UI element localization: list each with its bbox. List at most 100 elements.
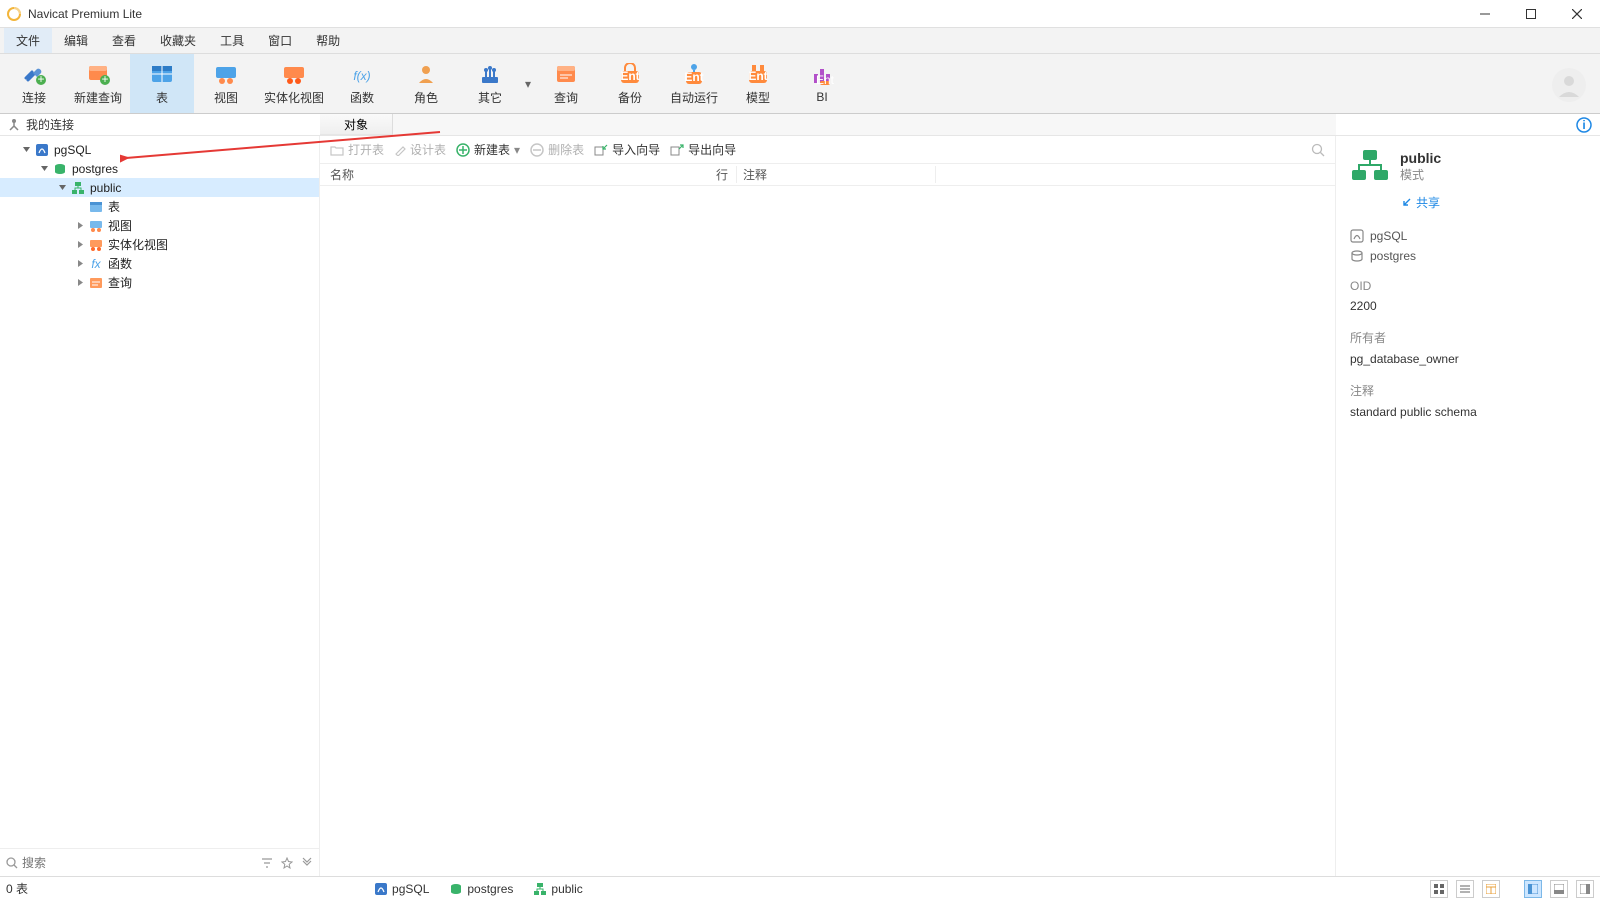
- tree-item-tables[interactable]: 表: [0, 197, 319, 216]
- col-comment-header[interactable]: 注释: [736, 166, 936, 183]
- tree-item-queries[interactable]: 查询: [0, 273, 319, 292]
- collapse-icon[interactable]: [301, 857, 313, 869]
- chevron-down-icon[interactable]: ▾: [514, 143, 520, 157]
- panel-toggle-bottom[interactable]: [1550, 880, 1568, 898]
- delete-table-button[interactable]: 删除表: [530, 141, 584, 158]
- tables-icon: [148, 62, 176, 86]
- fx-icon: fx: [88, 256, 104, 272]
- design-table-button[interactable]: 设计表: [394, 141, 446, 158]
- object-list-empty: [320, 186, 1335, 876]
- toolbar-roles[interactable]: 角色: [394, 54, 458, 113]
- create-table-button[interactable]: 新建表 ▾: [456, 141, 520, 158]
- panel-toggle-right[interactable]: [1576, 880, 1594, 898]
- menu-help[interactable]: 帮助: [304, 28, 352, 53]
- svg-text:Ent: Ent: [684, 70, 703, 84]
- tree-item-views[interactable]: 视图: [0, 216, 319, 235]
- tree-connection-pgsql[interactable]: pgSQL: [0, 140, 319, 159]
- menu-window[interactable]: 窗口: [256, 28, 304, 53]
- connection-tree-sidebar: pgSQL postgres public 表 视图: [0, 136, 320, 876]
- toolbar-bi[interactable]: Ent BI: [790, 54, 854, 113]
- tree-db-postgres[interactable]: postgres: [0, 159, 319, 178]
- chevron-right-icon[interactable]: [74, 239, 86, 251]
- chevron-right-icon[interactable]: [74, 258, 86, 270]
- toolbar-tables[interactable]: 表: [130, 54, 194, 113]
- tree-schema-public[interactable]: public: [0, 178, 319, 197]
- tree-db-label: postgres: [72, 162, 118, 176]
- filter-icon[interactable]: [261, 857, 273, 869]
- export-wizard-button[interactable]: 导出向导: [670, 141, 736, 158]
- statusbar: 0 表 pgSQL postgres public: [0, 876, 1600, 900]
- search-icon[interactable]: [1311, 143, 1325, 157]
- info-icon[interactable]: i: [1576, 117, 1592, 133]
- star-icon[interactable]: [281, 857, 293, 869]
- info-title: public: [1400, 150, 1441, 166]
- toolbar-others[interactable]: 其它: [458, 54, 522, 113]
- share-link[interactable]: 共享: [1400, 194, 1586, 211]
- toolbar-others-label: 其它: [478, 89, 502, 106]
- database-icon: [1350, 249, 1364, 263]
- queries-icon: [552, 62, 580, 86]
- svg-text:+: +: [101, 72, 108, 85]
- toolbar-automation[interactable]: Ent 自动运行: [662, 54, 726, 113]
- import-wizard-button[interactable]: 导入向导: [594, 141, 660, 158]
- info-owner-value: pg_database_owner: [1350, 352, 1586, 366]
- status-path-database[interactable]: postgres: [449, 882, 513, 896]
- menu-tools[interactable]: 工具: [208, 28, 256, 53]
- toolbar-functions[interactable]: f(x) 函数: [330, 54, 394, 113]
- search-input[interactable]: [22, 856, 257, 870]
- toolbar-connect[interactable]: + 连接: [2, 54, 66, 113]
- toolbar-views[interactable]: 视图: [194, 54, 258, 113]
- rocket-icon: [8, 118, 22, 132]
- menu-edit[interactable]: 编辑: [52, 28, 100, 53]
- toolbar-connect-label: 连接: [22, 89, 46, 106]
- col-name-header[interactable]: 名称: [320, 166, 680, 183]
- status-path-schema[interactable]: public: [533, 882, 582, 896]
- info-oid-value: 2200: [1350, 299, 1586, 313]
- svg-text:Ent: Ent: [748, 69, 767, 83]
- col-rows-header[interactable]: 行: [680, 166, 736, 183]
- toolbar-tables-label: 表: [156, 89, 168, 106]
- view-list-button[interactable]: [1456, 880, 1474, 898]
- view-grid-button[interactable]: [1430, 880, 1448, 898]
- tree-item-matviews[interactable]: 实体化视图: [0, 235, 319, 254]
- close-button[interactable]: [1554, 0, 1600, 27]
- toolbar-model[interactable]: Ent 模型: [726, 54, 790, 113]
- toolbar-newquery[interactable]: + 新建查询: [66, 54, 130, 113]
- postgres-icon: [374, 882, 388, 896]
- tab-objects[interactable]: 对象: [320, 114, 393, 135]
- status-object-count: 0 表: [6, 880, 28, 897]
- chevron-down-icon[interactable]: ▾: [522, 54, 534, 113]
- chevron-down-icon[interactable]: [56, 182, 68, 194]
- toolbar-backup[interactable]: Ent 备份: [598, 54, 662, 113]
- share-icon: [1400, 197, 1412, 209]
- chevron-right-icon[interactable]: [74, 277, 86, 289]
- matviews-icon: [88, 237, 104, 253]
- view-detail-button[interactable]: [1482, 880, 1500, 898]
- menu-file[interactable]: 文件: [4, 28, 52, 53]
- user-avatar[interactable]: [1552, 68, 1586, 102]
- panel-toggle-left[interactable]: [1524, 880, 1542, 898]
- info-comment-label: 注释: [1350, 382, 1586, 399]
- bi-icon: Ent: [808, 63, 836, 87]
- main-toolbar: + 连接 + 新建查询 表 视图 实体化视图 f(x) 函数 角色 其它 ▾ 查…: [0, 54, 1600, 114]
- toolbar-matviews[interactable]: 实体化视图: [258, 54, 330, 113]
- toolbar-model-label: 模型: [746, 89, 770, 106]
- chevron-down-icon[interactable]: [38, 163, 50, 175]
- tree-item-label: 表: [108, 198, 120, 215]
- maximize-button[interactable]: [1508, 0, 1554, 27]
- views-icon: [212, 62, 240, 86]
- database-icon: [52, 161, 68, 177]
- chevron-right-icon[interactable]: [74, 220, 86, 232]
- open-table-button[interactable]: 打开表: [330, 141, 384, 158]
- info-connection-line: pgSQL: [1350, 229, 1586, 243]
- chevron-down-icon[interactable]: [20, 144, 32, 156]
- minimize-button[interactable]: [1462, 0, 1508, 27]
- status-path-connection[interactable]: pgSQL: [374, 882, 429, 896]
- plus-circle-icon: [456, 143, 470, 157]
- tree-item-label: 函数: [108, 255, 132, 272]
- menu-view[interactable]: 查看: [100, 28, 148, 53]
- svg-text:Ent: Ent: [620, 69, 639, 83]
- tree-item-functions[interactable]: fx 函数: [0, 254, 319, 273]
- toolbar-queries[interactable]: 查询: [534, 54, 598, 113]
- menu-favorites[interactable]: 收藏夹: [148, 28, 208, 53]
